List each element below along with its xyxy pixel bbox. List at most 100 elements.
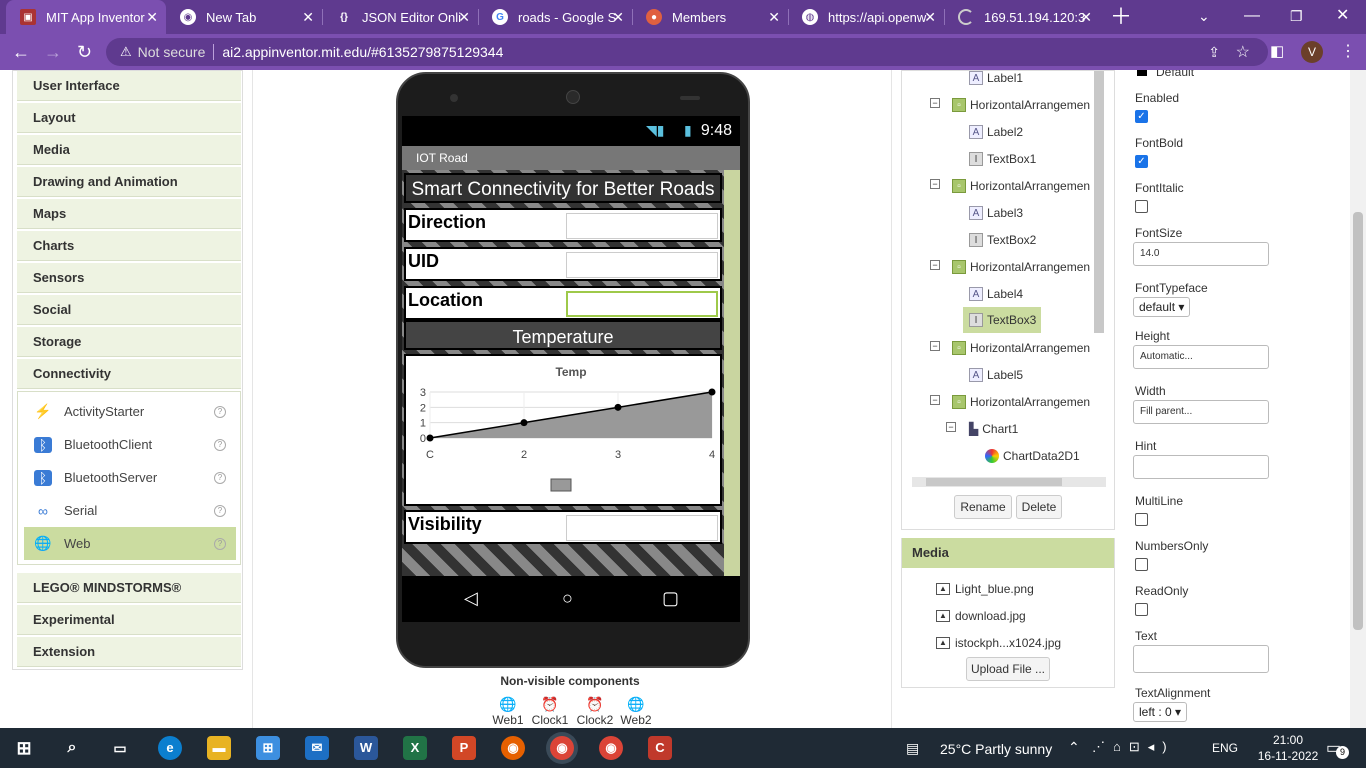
textalignment-dropdown[interactable]: left : 0 ▾ <box>1133 702 1188 722</box>
tree-hscroll-thumb[interactable] <box>926 478 1062 486</box>
uid-textbox[interactable] <box>566 252 718 278</box>
system-tray-icons[interactable]: ⋰⌂⊡◂) <box>1092 739 1175 755</box>
tree-vscroll-thumb[interactable] <box>1094 71 1104 333</box>
close-tab-icon[interactable]: ✕ <box>612 9 624 26</box>
location-textbox[interactable] <box>566 291 718 317</box>
fontitalic-checkbox[interactable] <box>1135 200 1148 213</box>
direction-textbox[interactable] <box>566 213 718 239</box>
enabled-checkbox[interactable]: ✓ <box>1135 110 1148 123</box>
width-input[interactable]: Fill parent... <box>1133 400 1269 424</box>
category-media[interactable]: Media <box>17 135 241 165</box>
windows-start-icon[interactable]: ⊞ <box>12 736 36 760</box>
nonvisible-web2[interactable]: 🌐 Web2 <box>619 696 653 727</box>
palette-item-serial[interactable]: ∞ Serial ? <box>24 494 236 527</box>
restore-window-icon[interactable]: ❐ <box>1290 0 1303 34</box>
category-charts[interactable]: Charts <box>17 231 241 261</box>
location-arrangement[interactable]: Location <box>404 286 722 320</box>
collapse-toggle-icon[interactable]: − <box>930 260 940 270</box>
tab-ip-address[interactable]: 169.51.194.120:3 ✕ <box>944 0 1100 34</box>
tab-openweather-api[interactable]: ◍ https://api.openw ✕ <box>788 0 944 34</box>
multiline-checkbox[interactable] <box>1135 513 1148 526</box>
category-user-interface[interactable]: User Interface <box>17 71 241 101</box>
tree-node-horizontal2[interactable]: ▫ HorizontalArrangemen <box>952 175 1090 197</box>
address-bar[interactable]: ⚠ Not secure ai2.appinventor.mit.edu/#61… <box>106 38 1268 66</box>
text-textarea[interactable] <box>1133 645 1269 673</box>
tree-node-label5[interactable]: A Label5 <box>969 364 1023 386</box>
uid-arrangement[interactable]: UID <box>404 247 722 281</box>
profile-avatar[interactable]: V <box>1301 41 1323 63</box>
chrome-active-icon[interactable]: ◉ <box>550 736 574 760</box>
close-window-icon[interactable]: ✕ <box>1336 0 1349 34</box>
tree-node-label2[interactable]: A Label2 <box>969 121 1023 143</box>
store-icon[interactable]: ⊞ <box>256 736 280 760</box>
help-icon[interactable]: ? <box>214 405 226 418</box>
tab-mit-app-inventor[interactable]: ▣ MIT App Inventor ✕ <box>6 0 166 34</box>
temperature-label[interactable]: Temperature <box>404 320 722 350</box>
help-icon[interactable]: ? <box>214 438 226 451</box>
tree-hscroll[interactable] <box>912 477 1106 487</box>
category-drawing-animation[interactable]: Drawing and Animation <box>17 167 241 197</box>
category-storage[interactable]: Storage <box>17 327 241 357</box>
color-swatch[interactable] <box>1137 70 1147 76</box>
location-label[interactable]: Location <box>408 290 483 311</box>
reload-icon[interactable]: ↻ <box>77 34 92 70</box>
collapse-toggle-icon[interactable]: − <box>930 395 940 405</box>
language-indicator[interactable]: ENG <box>1212 741 1238 755</box>
edge-icon[interactable]: e <box>158 736 182 760</box>
fontbold-checkbox[interactable]: ✓ <box>1135 155 1148 168</box>
nonvisible-clock1[interactable]: ⏰ Clock1 <box>530 696 570 727</box>
tree-node-horizontal5[interactable]: ▫ HorizontalArrangemen <box>952 391 1090 413</box>
readonly-checkbox[interactable] <box>1135 603 1148 616</box>
media-file[interactable]: ▲ istockph...x1024.jpg <box>936 636 1061 650</box>
visibility-label[interactable]: Visibility <box>408 514 482 535</box>
help-icon[interactable]: ? <box>214 504 226 517</box>
home-nav-icon[interactable]: ○ <box>562 588 573 609</box>
help-icon[interactable]: ? <box>214 471 226 484</box>
fonttypeface-dropdown[interactable]: default ▾ <box>1133 297 1191 317</box>
share-icon[interactable]: ⇪ <box>1208 44 1220 61</box>
back-nav-icon[interactable]: ◁ <box>464 588 478 609</box>
tree-node-textbox3-selected[interactable]: I TextBox3 <box>963 307 1041 333</box>
palette-item-web[interactable]: 🌐 Web ? <box>24 527 236 560</box>
category-sensors[interactable]: Sensors <box>17 263 241 293</box>
collapse-toggle-icon[interactable]: − <box>930 341 940 351</box>
tree-node-label1[interactable]: A Label1 <box>969 70 1023 89</box>
ccleaner-icon[interactable]: C <box>648 736 672 760</box>
mail-icon[interactable]: ✉ <box>305 736 329 760</box>
forward-arrow-icon[interactable]: → <box>44 34 62 70</box>
collapse-toggle-icon[interactable]: − <box>930 179 940 189</box>
tree-node-textbox2[interactable]: I TextBox2 <box>969 229 1036 251</box>
tree-node-textbox1[interactable]: I TextBox1 <box>969 148 1036 170</box>
back-arrow-icon[interactable]: ← <box>12 34 30 70</box>
media-file[interactable]: ▲ download.jpg <box>936 609 1026 623</box>
tab-members[interactable]: ● Members ✕ <box>632 0 788 34</box>
close-tab-icon[interactable]: ✕ <box>924 9 936 26</box>
rename-button[interactable]: Rename <box>954 495 1012 519</box>
side-panel-icon[interactable]: ◧ <box>1270 34 1284 70</box>
bookmark-star-icon[interactable]: ☆ <box>1236 42 1250 62</box>
tree-node-label4[interactable]: A Label4 <box>969 283 1023 305</box>
search-icon[interactable]: ⌕ <box>60 736 84 760</box>
app-title-label[interactable]: Smart Connectivity for Better Roads <box>404 173 722 203</box>
close-tab-icon[interactable]: ✕ <box>768 9 780 26</box>
minimize-window-icon[interactable]: — <box>1244 0 1260 34</box>
tree-node-chart1[interactable]: ▙ Chart1 <box>969 418 1018 440</box>
tab-search-chevron-icon[interactable]: ⌄ <box>1198 0 1210 34</box>
visibility-arrangement[interactable]: Visibility <box>404 510 722 544</box>
uid-label[interactable]: UID <box>408 251 439 272</box>
page-vscroll-thumb[interactable] <box>1353 212 1363 630</box>
category-experimental[interactable]: Experimental <box>17 605 241 635</box>
weather-icon[interactable]: ▤ <box>906 740 919 757</box>
collapse-toggle-icon[interactable]: − <box>946 422 956 432</box>
fontsize-input[interactable]: 14.0 <box>1133 242 1269 266</box>
tab-roads-google[interactable]: G roads - Google S ✕ <box>478 0 632 34</box>
palette-item-bluetoothclient[interactable]: ᛒ BluetoothClient ? <box>24 428 236 461</box>
close-tab-icon[interactable]: ✕ <box>458 9 470 26</box>
recents-nav-icon[interactable]: ▢ <box>662 588 679 609</box>
delete-button[interactable]: Delete <box>1016 495 1062 519</box>
nonvisible-clock2[interactable]: ⏰ Clock2 <box>575 696 615 727</box>
category-layout[interactable]: Layout <box>17 103 241 133</box>
category-lego-mindstorms[interactable]: LEGO® MINDSTORMS® <box>17 573 241 603</box>
temp-chart[interactable]: Temp 0 1 2 3 C 2 3 4 <box>404 354 722 506</box>
numbersonly-checkbox[interactable] <box>1135 558 1148 571</box>
